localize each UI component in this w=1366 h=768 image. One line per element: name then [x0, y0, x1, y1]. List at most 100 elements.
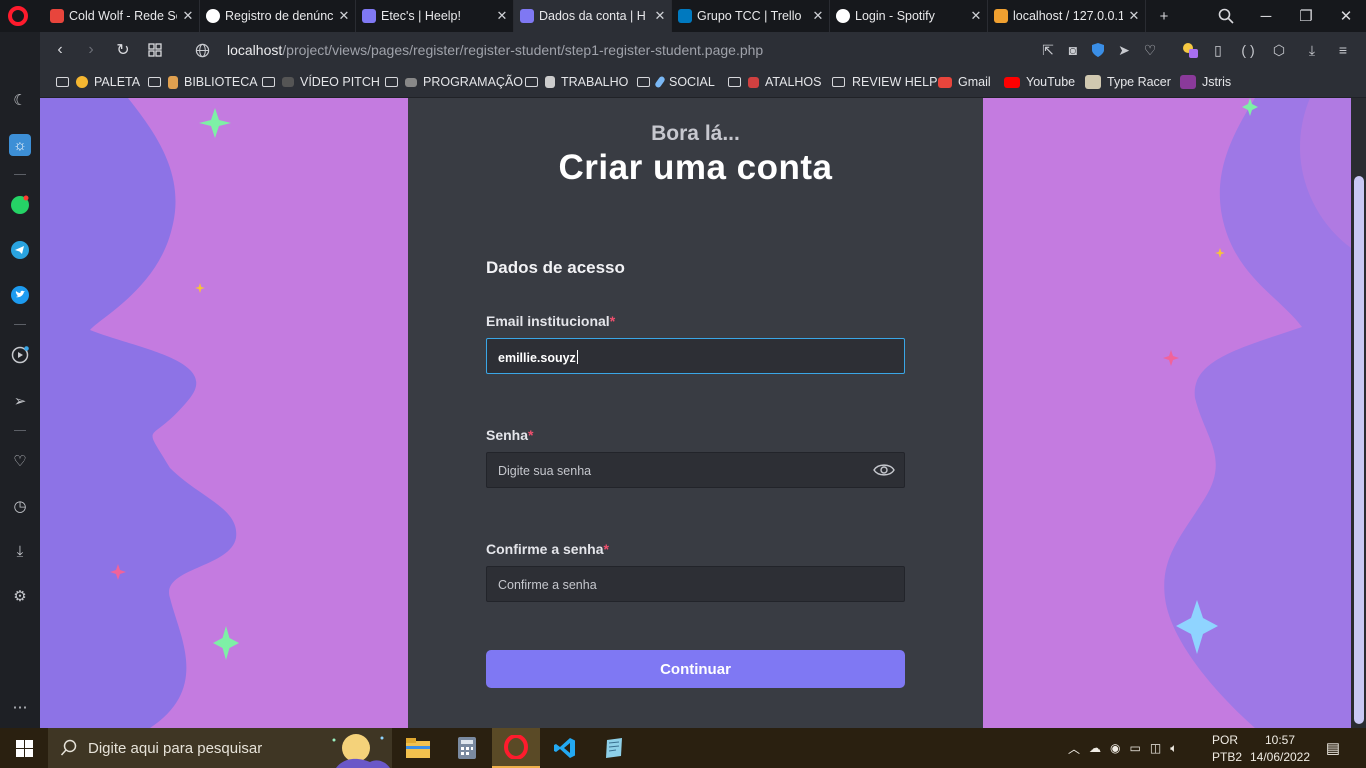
show-password-eye-icon[interactable] [873, 462, 895, 478]
send-icon[interactable]: ➢ [9, 390, 31, 412]
keyboard-layout: PTB2 [1212, 750, 1243, 764]
bookmark-review-help[interactable]: REVIEW HELP [832, 75, 937, 89]
easy-setup-icon[interactable]: ≡ [1333, 40, 1353, 60]
password-label-text: Senha [486, 427, 529, 443]
url-path: /project/views/pages/register/register-s… [282, 42, 764, 58]
download-icon[interactable]: ⤓ [1302, 40, 1322, 60]
bookmark-jstris[interactable]: Jstris [1180, 75, 1231, 89]
page-viewport: Bora lá... Criar uma conta Dados de aces… [40, 98, 1351, 728]
scrollbar-thumb[interactable] [1354, 176, 1364, 724]
tab-etecs-heelp[interactable]: Etec's | Heelp! ✕ [356, 0, 514, 32]
bookmark-biblioteca[interactable]: BIBLIOTECA [148, 75, 258, 89]
close-icon[interactable]: ✕ [491, 8, 513, 24]
taskbar-search-box[interactable]: Digite aqui para pesquisar [48, 728, 392, 768]
password-field[interactable]: Digite sua senha [486, 452, 905, 488]
notifications-icon[interactable]: ▤ [1318, 728, 1348, 768]
tab-registro[interactable]: Registro de denúnc ✕ [200, 0, 356, 32]
folder-icon [832, 77, 845, 87]
tab-spotify[interactable]: Login - Spotify ✕ [830, 0, 988, 32]
settings-gear-icon[interactable]: ⚙ [9, 585, 31, 607]
pen-icon [654, 75, 666, 89]
tab-cold-wolf[interactable]: Cold Wolf - Rede So ✕ [44, 0, 200, 32]
close-icon[interactable]: ✕ [649, 8, 671, 24]
battery-icon[interactable]: ▭ [1130, 741, 1141, 755]
minimize-icon[interactable]: ─ [1246, 0, 1286, 32]
tab-strip: Cold Wolf - Rede So ✕ Registro de denúnc… [0, 0, 1366, 32]
bookmark-youtube[interactable]: YouTube [1004, 75, 1075, 89]
file-explorer-icon[interactable] [394, 728, 442, 768]
close-icon[interactable]: ✕ [333, 8, 355, 24]
history-moon-icon[interactable]: ☾ [9, 89, 31, 111]
camera-usage-icon[interactable]: ◉ [1110, 741, 1120, 755]
edit-share-icon[interactable]: ⇱ [1038, 40, 1058, 60]
vscode-icon[interactable] [541, 728, 589, 768]
new-tab-icon[interactable]: + [1144, 0, 1184, 32]
forward-icon[interactable]: › [79, 38, 103, 62]
folder-icon [148, 77, 161, 87]
bookmark-paleta[interactable]: PALETA [56, 75, 140, 89]
calculator-icon[interactable] [443, 728, 491, 768]
camera-icon[interactable]: ◙ [1063, 40, 1083, 60]
url-field[interactable]: localhost/project/views/pages/register/r… [227, 42, 763, 58]
bookmark-atalhos[interactable]: ATALHOS [728, 75, 822, 89]
page-scrollbar[interactable] [1351, 98, 1366, 728]
twitter-icon[interactable] [9, 284, 31, 306]
download-icon[interactable]: ⤓ [9, 540, 31, 562]
heart-icon[interactable]: ♡ [9, 450, 31, 472]
close-window-icon[interactable]: ✕ [1326, 0, 1366, 32]
crypto-wallet-icon[interactable]: ( ) [1238, 40, 1258, 60]
tab-phpmyadmin[interactable]: localhost / 127.0.0.1 ✕ [988, 0, 1146, 32]
confirm-password-field[interactable]: Confirme a senha [486, 566, 905, 602]
close-icon[interactable]: ✕ [807, 8, 829, 24]
close-icon[interactable]: ✕ [965, 8, 987, 24]
extension-icon[interactable] [1180, 40, 1200, 60]
clock[interactable]: 10:57 14/06/2022 [1246, 728, 1314, 768]
telegram-icon[interactable] [9, 239, 31, 261]
shield-icon[interactable] [1088, 40, 1108, 60]
opera-logo-icon[interactable] [8, 6, 28, 26]
cube-icon[interactable]: ⬡ [1269, 40, 1289, 60]
phone-icon[interactable]: ▯ [1208, 40, 1228, 60]
close-icon[interactable]: ✕ [1123, 8, 1145, 24]
bookmark-social[interactable]: SOCIAL [637, 75, 715, 89]
heart-icon[interactable]: ♡ [1140, 40, 1160, 60]
bookmark-label: Gmail [958, 75, 991, 89]
windows-start-icon[interactable] [0, 728, 48, 768]
bookmark-gmail[interactable]: Gmail [938, 75, 991, 89]
confirm-password-label: Confirme a senha* [486, 541, 609, 557]
bookmark-video-pitch[interactable]: VÍDEO PITCH [262, 75, 380, 89]
back-icon[interactable]: ‹ [48, 38, 72, 62]
bookmark-trabalho[interactable]: TRABALHO [525, 75, 628, 89]
input-language[interactable]: POR PTB2 [1212, 728, 1242, 768]
show-hidden-icons-icon[interactable]: ︿ [1068, 740, 1080, 757]
more-icon[interactable]: ⋯ [9, 696, 31, 718]
tab-dados-da-conta[interactable]: Dados da conta | H ✕ [514, 0, 672, 32]
clock-icon[interactable]: ◷ [9, 495, 31, 517]
close-icon[interactable]: ✕ [177, 8, 199, 24]
speed-dial-icon[interactable] [143, 38, 167, 62]
notepad-icon[interactable] [590, 728, 638, 768]
onedrive-cloud-icon[interactable]: ☁ [1089, 741, 1101, 755]
figma-icon [50, 9, 64, 23]
bookmark-type-racer[interactable]: Type Racer [1085, 75, 1171, 89]
continue-button[interactable]: Continuar [486, 650, 905, 688]
volume-icon[interactable]: 🔈︎ [1170, 741, 1177, 756]
whatsapp-icon[interactable] [9, 194, 31, 216]
folder-icon [637, 77, 650, 87]
network-icon[interactable]: ◫ [1150, 741, 1161, 755]
email-label-text: Email institucional [486, 313, 610, 329]
player-icon[interactable] [9, 344, 31, 366]
bookmark-programacao[interactable]: PROGRAMAÇÃO [385, 75, 523, 89]
heelp-icon [362, 9, 376, 23]
restore-icon[interactable]: ❐ [1286, 0, 1326, 32]
tab-trello[interactable]: Grupo TCC | Trello ✕ [672, 0, 830, 32]
trello-icon [678, 9, 692, 23]
email-field[interactable]: emillie.souyz [486, 338, 905, 374]
opera-taskbar-icon[interactable] [492, 728, 540, 768]
theme-sun-icon[interactable]: ☼ [9, 134, 31, 156]
search-tabs-icon[interactable] [1206, 0, 1246, 32]
send-icon[interactable]: ➤ [1114, 40, 1134, 60]
reload-icon[interactable]: ↻ [111, 38, 135, 62]
bookmark-label: TRABALHO [561, 75, 629, 89]
confirm-password-placeholder: Confirme a senha [498, 578, 597, 592]
